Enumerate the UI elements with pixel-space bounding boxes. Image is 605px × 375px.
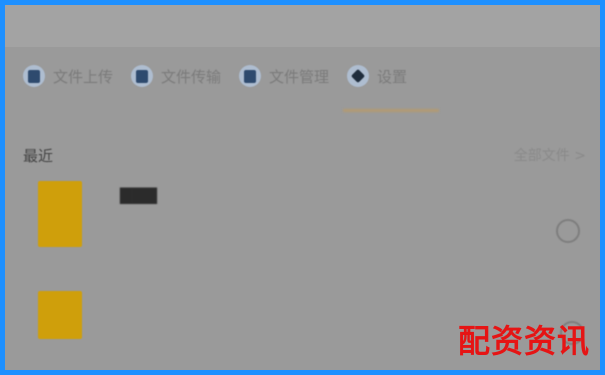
toolbar: 文件上传 文件传输 文件管理 设置 (23, 57, 600, 95)
section-title: 最近 (23, 147, 54, 165)
toolbar-item-settings[interactable]: 设置 (347, 65, 407, 87)
toolbar-item-upload[interactable]: 文件上传 (23, 65, 113, 87)
file-name: ▇▇▇ (120, 185, 157, 204)
settings-icon (347, 65, 370, 87)
app-window: 文件上传 文件传输 文件管理 设置 最近 全部文件 > ▇▇▇ 配资资讯 (0, 0, 605, 375)
file-icon (38, 291, 82, 339)
folder-icon (239, 65, 262, 87)
toolbar-item-manage[interactable]: 文件管理 (239, 65, 329, 87)
file-icon (38, 181, 82, 247)
select-radio[interactable] (556, 219, 580, 243)
toolbar-item-label: 文件上传 (53, 67, 114, 86)
toolbar-item-label: 文件管理 (269, 67, 330, 86)
active-tab-indicator (343, 109, 439, 112)
view-all-link[interactable]: 全部文件 > (514, 145, 586, 165)
transfer-icon (131, 65, 154, 87)
top-bar (5, 5, 600, 47)
toolbar-item-label: 设置 (377, 67, 408, 86)
toolbar-item-label: 文件传输 (161, 67, 222, 86)
document-icon (23, 65, 45, 87)
toolbar-item-transfer[interactable]: 文件传输 (131, 65, 221, 87)
watermark: 配资资讯 (457, 322, 590, 360)
